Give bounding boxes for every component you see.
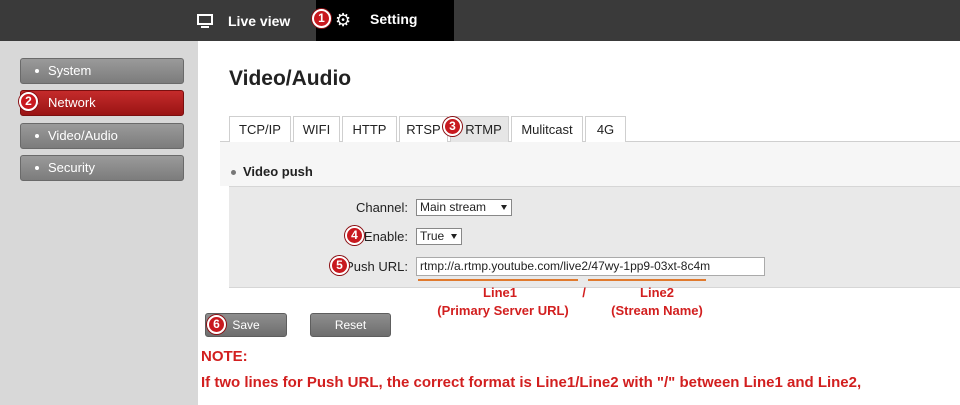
bullet-icon — [231, 170, 236, 175]
line1-annotation-sub: (Primary Server URL) — [437, 303, 569, 318]
gear-icon: ⚙ — [335, 10, 352, 30]
sidebar-item-label: System — [48, 63, 92, 78]
enable-select-value: True — [420, 229, 445, 243]
channel-select[interactable]: Main stream — [416, 199, 512, 216]
nav-live-view[interactable]: Live view — [196, 0, 290, 41]
nav-live-view-label: Live view — [228, 12, 291, 29]
tab-multicast[interactable]: Mulitcast — [511, 116, 583, 142]
sidebar-item-security[interactable]: Security — [20, 155, 184, 181]
callout-badge-5: 5 — [330, 256, 349, 275]
callout-badge-1: 1 — [312, 9, 331, 28]
push-url-input[interactable]: rtmp://a.rtmp.youtube.com/live2/47wy-1pp… — [416, 257, 765, 276]
monitor-icon — [196, 13, 214, 29]
chevron-down-icon — [501, 205, 507, 210]
channel-select-value: Main stream — [420, 200, 487, 214]
callout-badge-4: 4 — [345, 226, 364, 245]
tab-http[interactable]: HTTP — [342, 116, 397, 142]
sidebar-item-label: Video/Audio — [48, 128, 118, 143]
tab-rtsp[interactable]: RTSP — [399, 116, 448, 142]
tab-tcpip[interactable]: TCP/IP — [229, 116, 291, 142]
section-title: Video push — [243, 164, 313, 179]
bullet-icon — [35, 68, 39, 73]
tab-wifi[interactable]: WIFI — [293, 116, 340, 142]
callout-badge-3: 3 — [443, 117, 462, 136]
tab-4g[interactable]: 4G — [585, 116, 626, 142]
line2-underline — [588, 279, 706, 281]
bullet-icon — [35, 165, 39, 170]
callout-badge-6: 6 — [207, 315, 226, 334]
nav-setting-label: Setting — [370, 11, 418, 27]
line2-annotation: Line2 — [640, 285, 674, 300]
callout-badge-2: 2 — [19, 92, 38, 111]
reset-button[interactable]: Reset — [310, 313, 391, 337]
line1-underline — [418, 279, 578, 281]
sidebar-item-label: Network — [48, 95, 96, 110]
nav-setting[interactable]: ⚙ Setting — [316, 0, 454, 41]
page-title: Video/Audio — [229, 67, 352, 90]
line1-annotation: Line1 — [483, 285, 517, 300]
enable-select[interactable]: True — [416, 228, 462, 245]
sidebar-item-label: Security — [48, 160, 95, 175]
section-header: Video push — [220, 142, 960, 186]
note-title: NOTE: — [201, 348, 248, 365]
sidebar-item-network[interactable]: Network — [20, 90, 184, 116]
line2-annotation-sub: (Stream Name) — [611, 303, 703, 318]
chevron-down-icon — [451, 234, 457, 239]
sidebar-item-system[interactable]: System — [20, 58, 184, 84]
slash-annotation: / — [582, 285, 586, 300]
top-bar: Live view ⚙ Setting — [0, 0, 960, 41]
channel-label: Channel: — [355, 200, 408, 215]
sidebar-item-video-audio[interactable]: Video/Audio — [20, 123, 184, 149]
bullet-icon — [35, 133, 39, 138]
note-body: If two lines for Push URL, the correct f… — [201, 374, 862, 391]
